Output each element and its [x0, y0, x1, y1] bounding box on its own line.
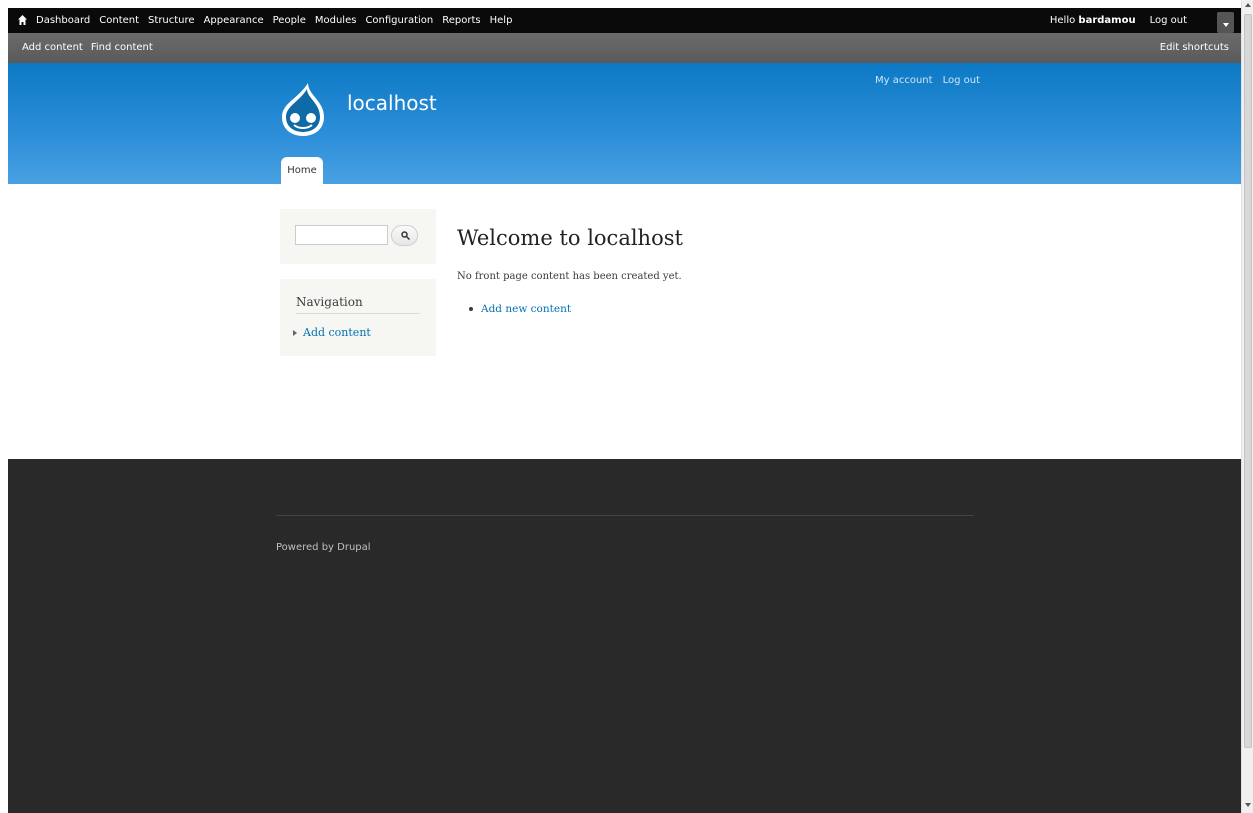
divider — [296, 313, 420, 314]
tab-home[interactable]: Home — [281, 157, 323, 184]
search-block — [280, 209, 436, 264]
search-icon — [401, 231, 410, 240]
secondary-menu: My account Log out — [875, 75, 980, 86]
add-new-content-link[interactable]: Add new content — [469, 303, 571, 315]
username-link[interactable]: bardamou — [1078, 15, 1135, 26]
search-input[interactable] — [295, 225, 388, 245]
page-title: Welcome to localhost — [457, 226, 683, 250]
vertical-scrollbar[interactable] — [1241, 0, 1253, 813]
scroll-down-icon[interactable] — [1245, 803, 1251, 807]
scrollbar-thumb[interactable] — [1244, 14, 1252, 748]
home-icon[interactable] — [18, 15, 27, 25]
nav-item-label: Add content — [303, 326, 371, 339]
admin-menu-help[interactable]: Help — [490, 15, 513, 26]
user-menu: Hello bardamou Log out — [1050, 8, 1187, 33]
admin-menu-modules[interactable]: Modules — [315, 15, 357, 26]
admin-menu-people[interactable]: People — [273, 15, 306, 26]
main-content: Welcome to localhost No front page conte… — [457, 226, 683, 315]
navigation-title: Navigation — [296, 295, 363, 309]
edit-shortcuts-link[interactable]: Edit shortcuts — [1160, 42, 1229, 53]
greeting: Hello bardamou — [1050, 15, 1136, 26]
site-footer: Powered by Drupal — [8, 459, 1241, 813]
admin-menu: Dashboard Content Structure Appearance P… — [36, 8, 521, 33]
shortcuts-toggle-button[interactable] — [1217, 12, 1234, 33]
site-header: localhost My account Log out Home — [8, 63, 1241, 184]
shortcut-find-content[interactable]: Find content — [91, 42, 153, 53]
content-links: Add new content — [469, 303, 571, 315]
site-name-link[interactable]: localhost — [347, 91, 437, 115]
scroll-up-icon[interactable] — [1245, 3, 1251, 7]
admin-menu-appearance[interactable]: Appearance — [204, 15, 264, 26]
powered-by-drupal-link[interactable]: Powered by Drupal — [276, 542, 371, 553]
admin-toolbar: Dashboard Content Structure Appearance P… — [8, 8, 1241, 33]
admin-menu-configuration[interactable]: Configuration — [365, 15, 433, 26]
footer-divider — [276, 515, 974, 516]
navigation-block: Navigation Add content — [280, 279, 436, 356]
greeting-prefix: Hello — [1049, 15, 1076, 26]
triangle-right-icon — [293, 329, 297, 336]
front-page-message: No front page content has been created y… — [457, 271, 682, 282]
header-logout-link[interactable]: Log out — [943, 75, 980, 86]
drupal-logo-icon[interactable] — [278, 81, 328, 137]
nav-item-add-content[interactable]: Add content — [293, 326, 371, 339]
shortcuts-bar: Add content Find content Edit shortcuts — [8, 33, 1241, 63]
my-account-link[interactable]: My account — [875, 75, 933, 86]
admin-menu-structure[interactable]: Structure — [148, 15, 195, 26]
toolbar-logout-link[interactable]: Log out — [1150, 15, 1187, 26]
admin-menu-reports[interactable]: Reports — [442, 15, 480, 26]
admin-menu-content[interactable]: Content — [99, 15, 139, 26]
shortcut-add-content[interactable]: Add content — [22, 42, 83, 53]
admin-menu-dashboard[interactable]: Dashboard — [36, 15, 90, 26]
search-button[interactable] — [391, 225, 418, 246]
